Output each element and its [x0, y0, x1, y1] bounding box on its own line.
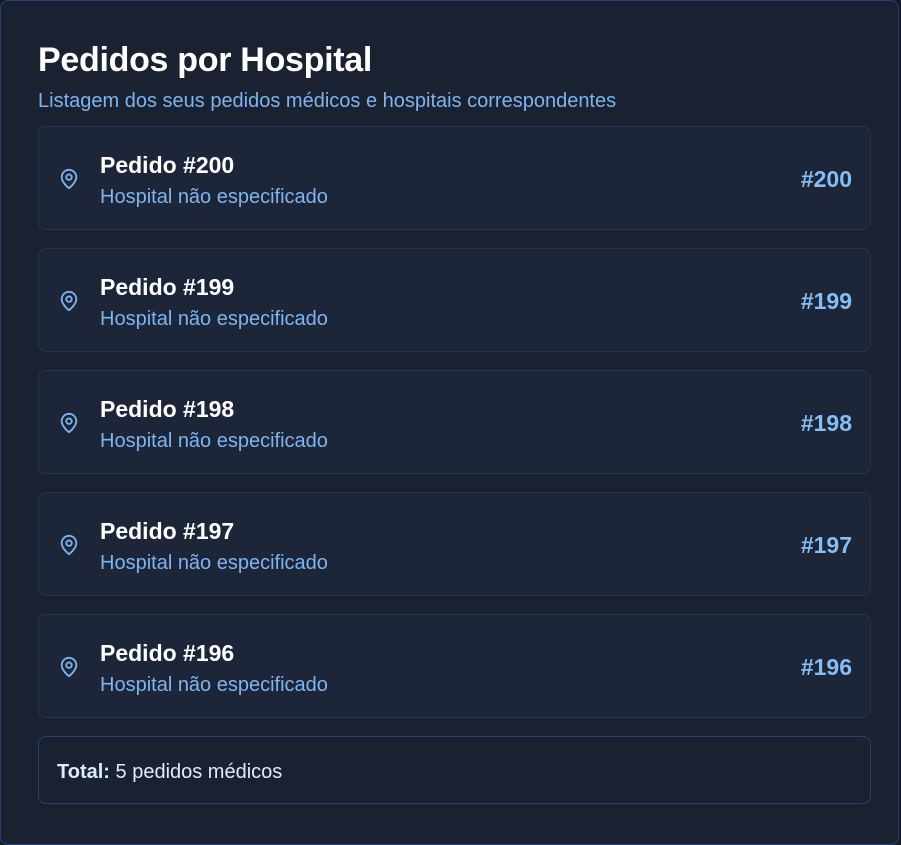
order-item[interactable]: Pedido #196 Hospital não especificado #1… — [38, 614, 871, 718]
order-code: #196 — [800, 654, 852, 680]
total-text: Total: 5 pedidos médicos — [57, 760, 282, 784]
total-label: Total: — [57, 761, 110, 783]
order-code: #199 — [800, 288, 852, 314]
order-title: Pedido #197 — [100, 518, 235, 544]
map-pin-icon — [60, 412, 78, 434]
order-item[interactable]: Pedido #200 Hospital não especificado #2… — [38, 126, 871, 230]
map-pin-icon — [60, 656, 78, 678]
order-code: #198 — [800, 410, 852, 436]
total-summary: Total: 5 pedidos médicos — [38, 736, 871, 804]
order-item[interactable]: Pedido #197 Hospital não especificado #1… — [38, 492, 871, 596]
order-hospital: Hospital não especificado — [100, 308, 328, 330]
total-value: 5 pedidos médicos — [115, 761, 283, 783]
orders-card: Pedidos por Hospital Listagem dos seus p… — [0, 0, 899, 845]
order-hospital: Hospital não especificado — [100, 430, 328, 452]
map-pin-icon — [60, 534, 78, 556]
order-item[interactable]: Pedido #198 Hospital não especificado #1… — [38, 370, 871, 474]
order-hospital: Hospital não especificado — [100, 674, 328, 696]
order-title: Pedido #199 — [100, 274, 235, 300]
order-code: #197 — [800, 532, 852, 558]
map-pin-icon — [60, 290, 78, 312]
order-item[interactable]: Pedido #199 Hospital não especificado #1… — [38, 248, 871, 352]
order-code: #200 — [800, 166, 852, 192]
order-hospital: Hospital não especificado — [100, 552, 328, 574]
order-title: Pedido #196 — [100, 640, 235, 666]
order-title: Pedido #200 — [100, 152, 235, 178]
page-subtitle: Listagem dos seus pedidos médicos e hosp… — [38, 90, 617, 112]
page-title: Pedidos por Hospital — [38, 41, 373, 79]
order-title: Pedido #198 — [100, 396, 235, 422]
orders-list: Pedido #200 Hospital não especificado #2… — [38, 126, 871, 736]
map-pin-icon — [60, 168, 78, 190]
order-hospital: Hospital não especificado — [100, 186, 328, 208]
